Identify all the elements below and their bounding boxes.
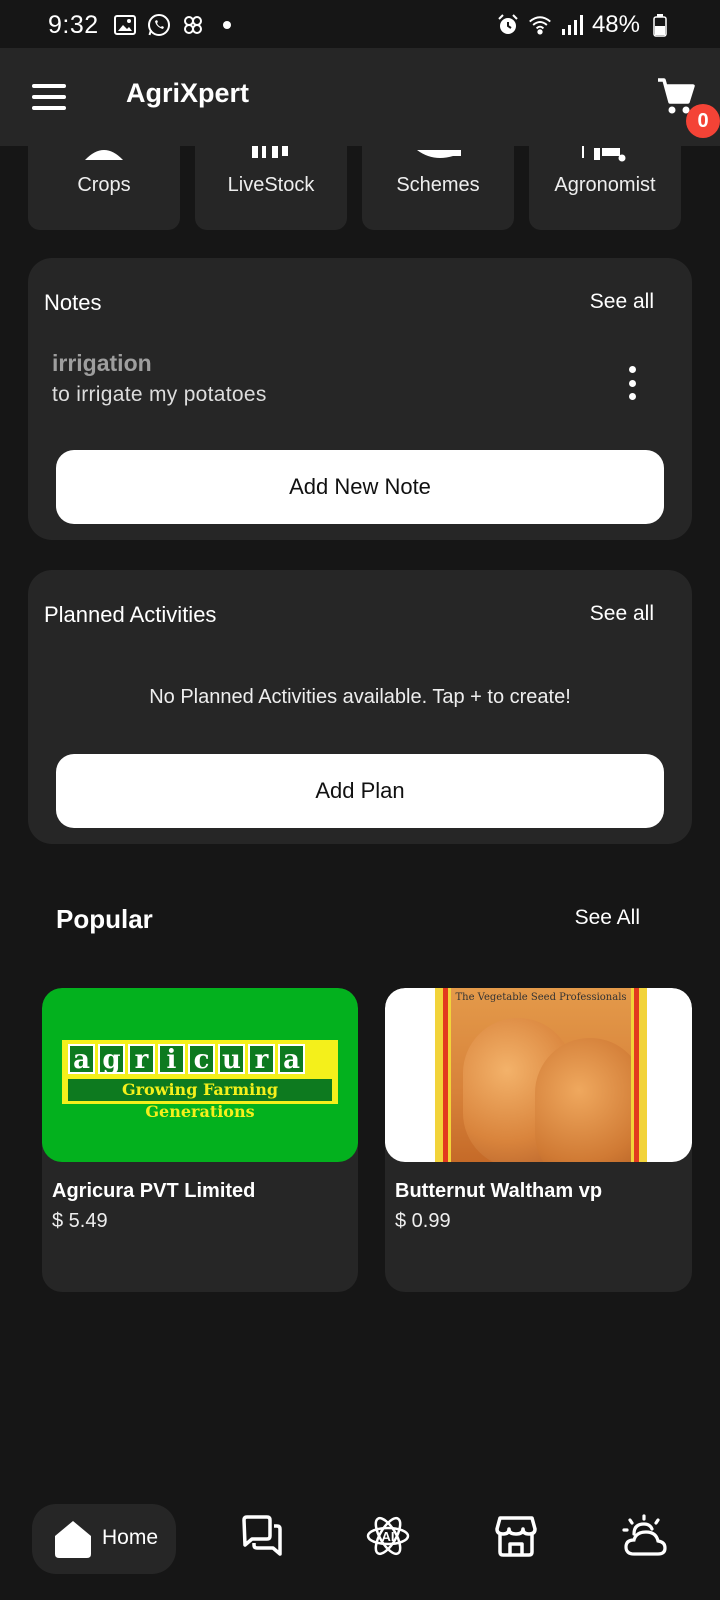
status-time: 9:32	[48, 10, 99, 39]
agricura-logo-letter: a	[68, 1044, 95, 1074]
whatsapp-icon	[147, 13, 171, 37]
battery-icon	[648, 13, 672, 37]
cart-count-badge: 0	[686, 104, 720, 138]
add-plan-button[interactable]: Add Plan	[56, 754, 664, 828]
pinwheel-icon	[181, 13, 205, 37]
agricura-logo-letter: r	[128, 1044, 155, 1074]
wifi-icon	[528, 13, 552, 37]
notes-see-all-link[interactable]: See all	[590, 290, 654, 314]
agricura-logo-tagline: Growing Farming Generations	[68, 1079, 332, 1121]
product-card[interactable]: agricura Growing Farming Generations Agr…	[42, 988, 358, 1292]
product-price: $ 0.99	[395, 1210, 451, 1232]
popular-see-all-link[interactable]: See All	[575, 906, 640, 930]
nav-home-tab[interactable]: Home	[32, 1504, 176, 1574]
weather-icon[interactable]	[620, 1514, 667, 1558]
product-image-agricura-logo: agricura Growing Farming Generations	[42, 988, 358, 1162]
dot-icon	[215, 13, 239, 37]
agricura-logo-letter: i	[158, 1044, 185, 1074]
add-new-note-button[interactable]: Add New Note	[56, 450, 664, 524]
category-livestock[interactable]: LiveStock	[195, 146, 347, 230]
signal-icon	[560, 13, 584, 37]
category-label: Schemes	[396, 174, 480, 196]
agricura-logo-letter: a	[278, 1044, 305, 1074]
note-more-options-icon[interactable]	[622, 366, 642, 400]
category-label: Crops	[77, 174, 131, 196]
chat-icon[interactable]	[240, 1514, 284, 1558]
category-agronomist[interactable]: Agronomist	[529, 146, 681, 230]
alarm-icon	[496, 13, 520, 37]
category-label: LiveStock	[227, 174, 315, 196]
popular-title: Popular	[56, 904, 153, 934]
bottom-nav: Home AI	[0, 1500, 720, 1600]
category-schemes[interactable]: Schemes	[362, 146, 514, 230]
note-item[interactable]: irrigation to irrigate my potatoes	[52, 350, 652, 410]
app-title: AgriXpert	[126, 78, 250, 108]
agricura-logo-letter: g	[98, 1044, 125, 1074]
seed-pack-text: The Vegetable Seed Professionals	[455, 992, 627, 1003]
category-crops[interactable]: Crops	[28, 146, 180, 230]
agricura-logo-letter: u	[218, 1044, 245, 1074]
ai-atom-icon[interactable]: AI	[366, 1514, 410, 1558]
agricura-logo-letter: c	[188, 1044, 215, 1074]
product-card[interactable]: The Vegetable Seed Professionals Buttern…	[385, 988, 692, 1292]
app-bar: AgriXpert 0	[0, 48, 720, 146]
gallery-icon	[113, 13, 137, 37]
menu-icon[interactable]	[32, 84, 66, 110]
battery-percent: 48%	[591, 11, 640, 38]
product-image-butternut-pack: The Vegetable Seed Professionals	[385, 988, 692, 1162]
nav-home-label: Home	[102, 1526, 159, 1549]
category-row: Crops LiveStock Schemes Agronomist	[28, 146, 692, 230]
agricura-logo-word: agricura	[68, 1044, 305, 1074]
store-icon[interactable]	[494, 1514, 538, 1558]
planned-activities-see-all-link[interactable]: See all	[590, 602, 654, 626]
note-title: irrigation	[52, 350, 152, 376]
product-name: Agricura PVT Limited	[52, 1180, 256, 1202]
note-body: to irrigate my potatoes	[52, 383, 267, 406]
status-bar: 9:32 48%	[0, 0, 720, 50]
agronomist-icon	[580, 146, 630, 162]
agricura-logo-letter: r	[248, 1044, 275, 1074]
agricura-logo: agricura Growing Farming Generations	[62, 1040, 338, 1121]
planned-activities-empty-text: No Planned Activities available. Tap + t…	[149, 686, 571, 708]
planned-activities-title: Planned Activities	[44, 602, 217, 627]
home-icon	[52, 1518, 94, 1560]
notes-panel: Notes See all irrigation to irrigate my …	[28, 258, 692, 540]
category-label: Agronomist	[554, 174, 656, 196]
product-price: $ 5.49	[52, 1210, 108, 1232]
svg-text:AI: AI	[382, 1529, 395, 1544]
crops-icon	[79, 146, 129, 162]
planned-activities-panel: Planned Activities See all No Planned Ac…	[28, 570, 692, 844]
notes-title: Notes	[44, 290, 102, 315]
product-name: Butternut Waltham vp	[395, 1180, 603, 1202]
popular-header: Popular See All	[56, 904, 640, 944]
schemes-icon	[413, 146, 463, 162]
livestock-icon	[246, 146, 296, 162]
